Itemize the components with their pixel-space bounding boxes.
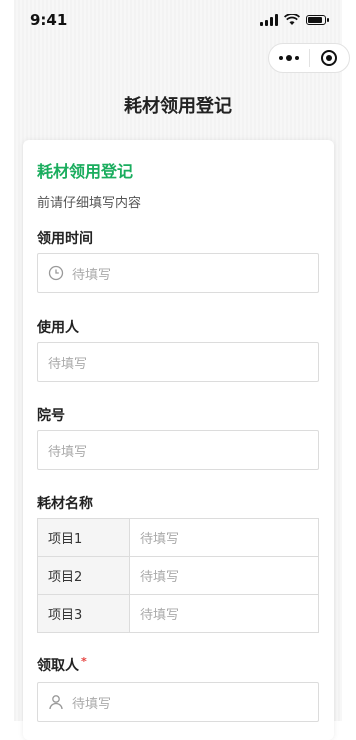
item-input[interactable]: 待填写 — [130, 519, 318, 556]
hospital-no-label: 院号 — [37, 408, 65, 424]
item-input[interactable]: 待填写 — [130, 595, 318, 632]
receiver-label-text: 领取人 — [37, 658, 79, 674]
materials-label: 耗材名称 — [37, 496, 93, 512]
mini-program-capsule — [268, 43, 350, 73]
user-input[interactable]: 待填写 — [37, 342, 319, 382]
receiver-field[interactable]: 待填写 — [37, 682, 319, 722]
receiver-placeholder: 待填写 — [72, 696, 112, 712]
time-field[interactable]: 待填写 — [37, 253, 319, 293]
hospital-no-placeholder: 待填写 — [48, 444, 88, 460]
target-icon — [321, 50, 338, 66]
time-placeholder: 待填写 — [72, 267, 112, 283]
table-row: 项目1 待填写 — [38, 519, 318, 557]
page-title: 耗材领用登记 — [124, 96, 232, 117]
item-name: 项目1 — [38, 519, 130, 556]
user-label: 使用人 — [37, 320, 79, 336]
form-title: 耗材领用登记 — [37, 162, 134, 181]
item-name: 项目3 — [38, 595, 130, 632]
receiver-label: 领取人 * — [37, 655, 87, 675]
person-icon — [49, 695, 63, 710]
status-icons — [260, 14, 329, 26]
user-placeholder: 待填写 — [48, 356, 88, 372]
hospital-no-input[interactable]: 待填写 — [37, 430, 319, 470]
wifi-icon — [284, 14, 300, 25]
status-time: 9:41 — [30, 11, 68, 29]
time-label: 领用时间 — [37, 231, 93, 247]
signal-icon — [260, 14, 278, 26]
clock-icon — [48, 265, 64, 281]
form-description: 前请仔细填写内容 — [37, 196, 142, 211]
more-dots-icon — [278, 55, 299, 61]
materials-table: 项目1 待填写 项目2 待填写 项目3 待填写 — [37, 518, 319, 633]
close-mini-program-button[interactable] — [310, 44, 350, 72]
table-row: 项目2 待填写 — [38, 557, 318, 595]
item-name: 项目2 — [38, 557, 130, 594]
table-row: 项目3 待填写 — [38, 595, 318, 632]
battery-icon — [306, 15, 329, 25]
more-button[interactable] — [269, 44, 309, 72]
status-bar: 9:41 — [14, 0, 342, 40]
form-card: 耗材领用登记 前请仔细填写内容 领用时间 待填写 使用人 待填写 院号 待填写 … — [23, 140, 334, 740]
item-input[interactable]: 待填写 — [130, 557, 318, 594]
required-mark: * — [81, 655, 87, 668]
